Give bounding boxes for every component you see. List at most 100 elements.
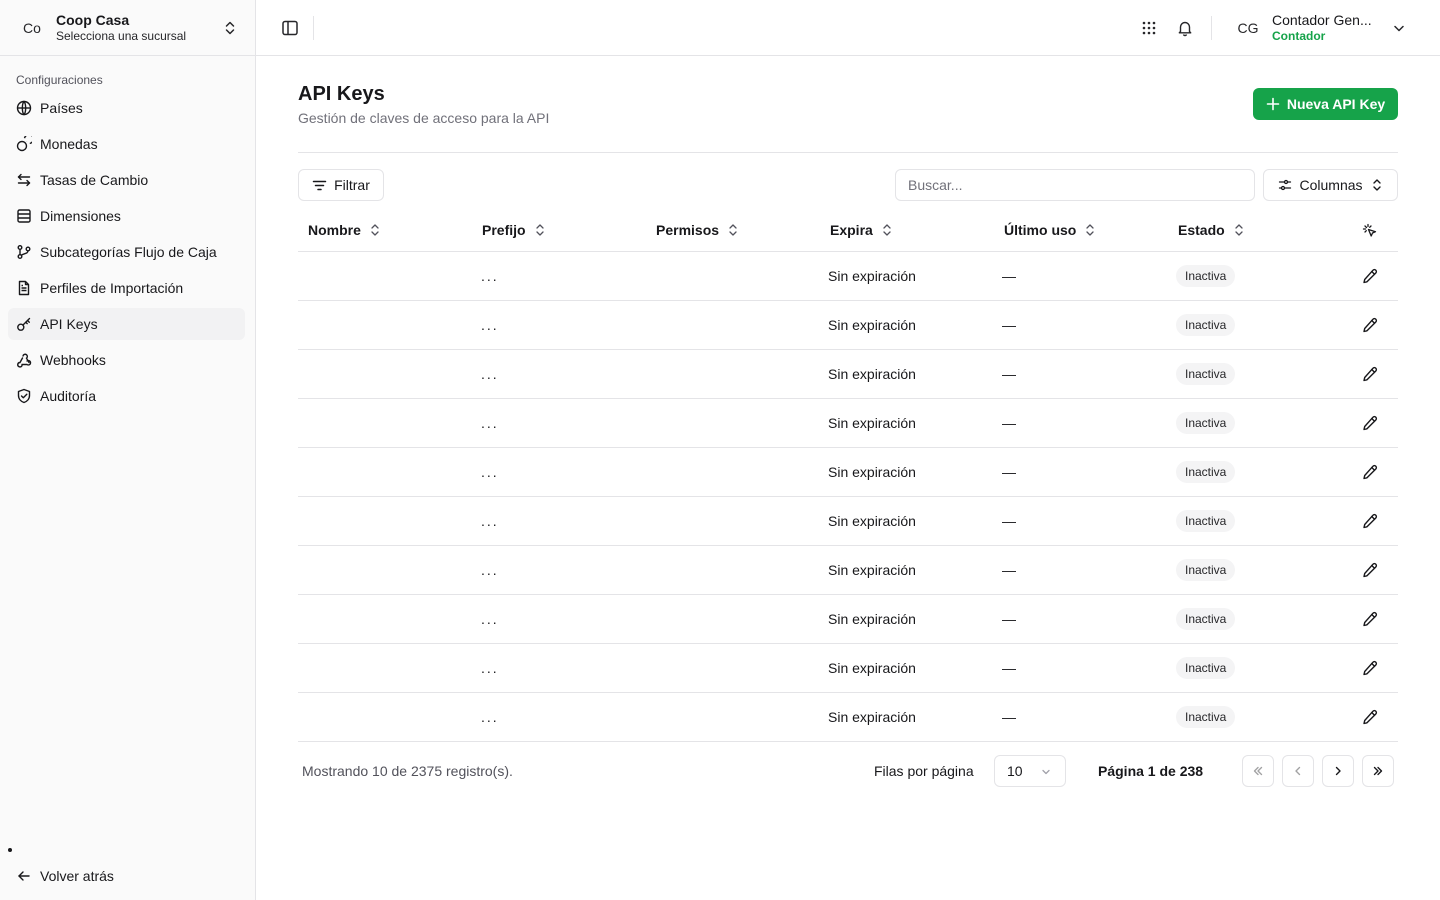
column-header-nombre[interactable]: Nombre [308, 222, 381, 238]
pencil-icon[interactable] [1362, 415, 1378, 431]
pencil-icon[interactable] [1362, 268, 1378, 284]
cell-expira: Sin expiración [828, 709, 916, 725]
column-header-label: Nombre [308, 222, 361, 238]
filter-label: Filtrar [334, 177, 370, 193]
new-api-key-label: Nueva API Key [1286, 96, 1386, 112]
table-row: ... Sin expiración — Inactiva [298, 252, 1398, 301]
column-header-label: Estado [1178, 222, 1225, 238]
new-api-key-button[interactable]: Nueva API Key [1253, 88, 1398, 120]
key-icon [17, 317, 31, 331]
nav-group-label: Configuraciones [16, 73, 103, 87]
sidebar-item-tasas-de-cambio[interactable]: Tasas de Cambio [8, 164, 245, 196]
table-body: ... Sin expiración — Inactiva... Sin expirac… [298, 252, 1398, 742]
cell-ultimo-uso: — [1002, 562, 1016, 578]
rows-per-page-value: 10 [1007, 763, 1023, 779]
status-badge: Inactiva [1176, 363, 1236, 385]
sidebar-toggle-icon[interactable] [280, 18, 300, 38]
sidebar-nav: Países Monedas Tasas de Cambio Dimension… [0, 92, 255, 412]
sidebar-item-label: API Keys [40, 316, 98, 332]
sort-icon [535, 224, 544, 236]
column-header-expira[interactable]: Expira [830, 222, 893, 238]
table-row: ... Sin expiración — Inactiva [298, 497, 1398, 546]
header-divider [298, 152, 1398, 153]
column-header-label: Último uso [1004, 222, 1077, 238]
arrow-left-icon [18, 871, 30, 881]
pencil-icon[interactable] [1362, 464, 1378, 480]
sidebar-item-label: Webhooks [40, 352, 106, 368]
column-header-prefijo[interactable]: Prefijo [482, 222, 546, 238]
status-badge: Inactiva [1176, 608, 1236, 630]
chevron-right-icon [1335, 766, 1341, 776]
api-keys-table: Nombre Prefijo Permisos Expira Último us… [298, 210, 1398, 742]
chevrons-right-icon [1373, 766, 1383, 776]
pencil-icon[interactable] [1362, 366, 1378, 382]
status-badge: Inactiva [1176, 657, 1236, 679]
pencil-icon[interactable] [1362, 709, 1378, 725]
table-row: ... Sin expiración — Inactiva [298, 399, 1398, 448]
coins-icon [16, 136, 32, 152]
cell-expira: Sin expiración [828, 366, 916, 382]
sidebar-item-label: Perfiles de Importación [40, 280, 184, 296]
column-header-ultimo-uso[interactable]: Último uso [1004, 222, 1096, 238]
sidebar-item-perfiles-de-importacion[interactable]: Perfiles de Importación [8, 272, 245, 304]
back-link[interactable]: Volver atrás [16, 864, 114, 888]
org-switcher[interactable]: Co Coop Casa Selecciona una sucursal [0, 0, 255, 56]
column-header-estado[interactable]: Estado [1178, 222, 1245, 238]
sidebar-item-label: Monedas [40, 136, 98, 152]
column-header-permisos[interactable]: Permisos [656, 222, 739, 238]
sidebar-item-label: Dimensiones [40, 208, 121, 224]
pencil-icon[interactable] [1362, 660, 1378, 676]
table-header: Nombre Prefijo Permisos Expira Último us… [298, 210, 1398, 252]
last-page-button[interactable] [1362, 755, 1394, 787]
columns-label: Columnas [1299, 177, 1363, 193]
user-name: Contador Gen... [1272, 12, 1372, 28]
pencil-icon[interactable] [1362, 611, 1378, 627]
column-header-label: Expira [830, 222, 873, 238]
table-row: ... Sin expiración — Inactiva [298, 448, 1398, 497]
cell-expira: Sin expiración [828, 268, 916, 284]
rows-per-page-select[interactable]: 10 [994, 755, 1066, 787]
previous-page-button[interactable] [1282, 755, 1314, 787]
table-row: ... Sin expiración — Inactiva [298, 644, 1398, 693]
sidebar-item-paises[interactable]: Países [8, 92, 245, 124]
sidebar-item-webhooks[interactable]: Webhooks [8, 344, 245, 376]
cell-expira: Sin expiración [828, 464, 916, 480]
sidebar-item-monedas[interactable]: Monedas [8, 128, 245, 160]
cell-prefijo: ... [481, 415, 499, 431]
sort-icon [1086, 224, 1094, 236]
pencil-icon[interactable] [1362, 513, 1378, 529]
table-row: ... Sin expiración — Inactiva [298, 693, 1398, 742]
bell-icon[interactable] [1176, 19, 1194, 37]
sidebar: Co Coop Casa Selecciona una sucursal Con… [0, 0, 256, 900]
sliders-icon [1279, 179, 1292, 191]
sidebar-item-auditoria[interactable]: Auditoría [8, 380, 245, 412]
apps-grid-icon[interactable] [1140, 19, 1158, 37]
sort-icon [729, 224, 737, 236]
sidebar-item-subcategorias-flujo-de-caja[interactable]: Subcategorías Flujo de Caja [8, 236, 245, 268]
cell-prefijo: ... [481, 611, 499, 627]
page-indicator: Página 1 de 238 [1098, 763, 1204, 779]
next-page-button[interactable] [1322, 755, 1354, 787]
sidebar-item-api-keys[interactable]: API Keys [8, 308, 245, 340]
sidebar-item-dimensiones[interactable]: Dimensiones [8, 200, 245, 232]
top-bar: CG Contador Gen... Contador [256, 0, 1440, 56]
columns-button[interactable]: Columnas [1263, 169, 1398, 201]
pencil-icon[interactable] [1362, 317, 1378, 333]
sparkle-click-icon[interactable] [1362, 223, 1378, 239]
org-name: Coop Casa [56, 11, 130, 28]
arrows-exchange-icon [17, 173, 31, 187]
cell-prefijo: ... [481, 660, 499, 676]
column-header-label: Prefijo [482, 222, 526, 238]
git-branch-icon [17, 245, 31, 259]
search-input[interactable] [895, 169, 1255, 201]
filter-button[interactable]: Filtrar [298, 169, 384, 201]
topbar-separator [313, 16, 314, 40]
user-menu[interactable]: CG Contador Gen... Contador [1228, 8, 1428, 48]
table-row: ... Sin expiración — Inactiva [298, 301, 1398, 350]
status-badge: Inactiva [1176, 510, 1236, 532]
status-badge: Inactiva [1176, 559, 1236, 581]
first-page-button[interactable] [1242, 755, 1274, 787]
pencil-icon[interactable] [1362, 562, 1378, 578]
cell-ultimo-uso: — [1002, 513, 1016, 529]
cell-prefijo: ... [481, 464, 499, 480]
